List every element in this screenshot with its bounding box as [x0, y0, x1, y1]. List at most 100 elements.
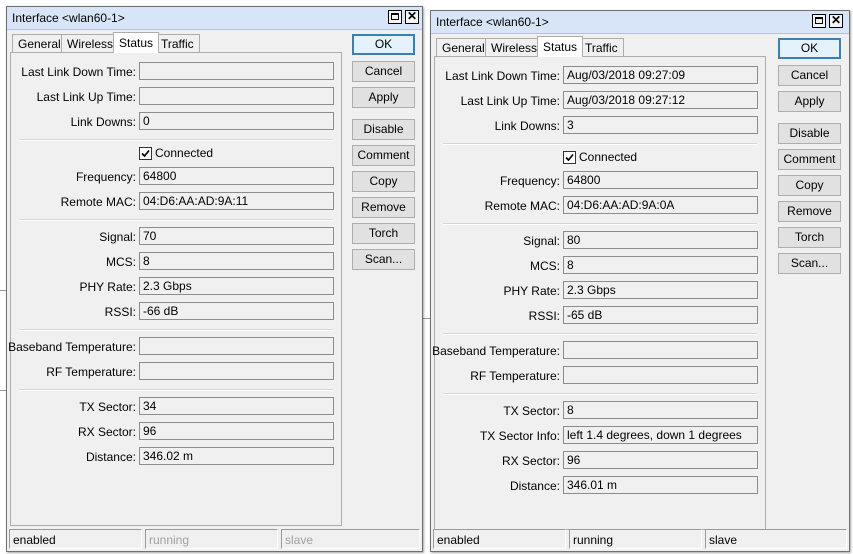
copy-button[interactable]: Copy — [778, 175, 841, 196]
tx-sector-field[interactable]: 8 — [563, 401, 758, 419]
maximize-icon[interactable] — [812, 14, 826, 28]
field-row: Baseband Temperature: — [8, 337, 341, 357]
mcs-field[interactable]: 8 — [139, 252, 334, 270]
remote-mac-label: Remote MAC: — [60, 195, 136, 209]
comment-button[interactable]: Comment — [778, 149, 841, 170]
tab-general[interactable]: General — [436, 38, 491, 56]
connected-checkbox[interactable] — [563, 151, 576, 164]
last-link-down-time-field[interactable] — [139, 62, 334, 80]
scan-button[interactable]: Scan... — [352, 249, 415, 270]
last-link-down-time-label: Last Link Down Time: — [445, 69, 560, 83]
field-row: Last Link Up Time: Aug/03/2018 09:27:12 — [435, 91, 765, 111]
phy-rate-field[interactable]: 2.3 Gbps — [563, 281, 758, 299]
rx-sector-label: RX Sector: — [77, 425, 136, 439]
distance-label: Distance: — [509, 479, 560, 493]
tab-wireless[interactable]: Wireless — [485, 38, 544, 56]
rx-sector-field[interactable]: 96 — [139, 422, 334, 440]
rf-temperature-field[interactable] — [139, 362, 334, 380]
tab-traffic[interactable]: Traffic — [579, 38, 624, 56]
frequency-field[interactable]: 64800 — [563, 171, 758, 189]
interface-window-left: Interface <wlan60-1> ✕ General Wireless … — [6, 6, 423, 552]
field-row: RF Temperature: — [11, 362, 341, 382]
remote-mac-field[interactable]: 04:D6:AA:AD:9A:11 — [139, 192, 334, 210]
last-link-up-time-label: Last Link Up Time: — [460, 94, 560, 108]
tx-sector-label: TX Sector: — [503, 404, 560, 418]
field-row: Frequency: 64800 — [11, 167, 341, 187]
last-link-down-time-field[interactable]: Aug/03/2018 09:27:09 — [563, 66, 758, 84]
phy-rate-label: PHY Rate: — [79, 280, 136, 294]
baseband-temperature-field[interactable] — [139, 337, 334, 355]
scan-button[interactable]: Scan... — [778, 253, 841, 274]
comment-button[interactable]: Comment — [352, 145, 415, 166]
field-row: Distance: 346.02 m — [11, 447, 341, 467]
window-titlebar[interactable]: Interface <wlan60-1> ✕ — [7, 7, 422, 30]
separator — [19, 389, 333, 391]
disable-button[interactable]: Disable — [778, 123, 841, 144]
distance-field[interactable]: 346.02 m — [139, 447, 334, 465]
phy-rate-label: PHY Rate: — [503, 284, 560, 298]
connected-checkbox[interactable] — [139, 147, 152, 160]
rssi-field[interactable]: -66 dB — [139, 302, 334, 320]
ok-button[interactable]: OK — [778, 38, 841, 59]
close-icon[interactable]: ✕ — [829, 14, 843, 28]
tx-sector-field[interactable]: 34 — [139, 397, 334, 415]
tab-status[interactable]: Status — [113, 32, 160, 53]
field-row: Signal: 80 — [435, 231, 765, 251]
remote-mac-label: Remote MAC: — [484, 199, 560, 213]
status-running: running — [145, 529, 278, 549]
interface-window-right: Interface <wlan60-1> ✕ General Wireless … — [430, 10, 850, 552]
field-row: RX Sector: 96 — [11, 422, 341, 442]
maximize-icon[interactable] — [388, 10, 402, 24]
field-row: PHY Rate: 2.3 Gbps — [435, 281, 765, 301]
link-downs-field[interactable]: 3 — [563, 116, 758, 134]
torch-button[interactable]: Torch — [352, 223, 415, 244]
close-icon[interactable]: ✕ — [405, 10, 419, 24]
tx-sector-info-field[interactable]: left 1.4 degrees, down 1 degrees — [563, 426, 758, 444]
link-downs-field[interactable]: 0 — [139, 112, 334, 130]
remove-button[interactable]: Remove — [778, 201, 841, 222]
rf-temperature-field[interactable] — [563, 366, 758, 384]
rf-temperature-label: RF Temperature: — [46, 365, 136, 379]
field-row: Remote MAC: 04:D6:AA:AD:9A:0A — [435, 196, 765, 216]
rssi-field[interactable]: -65 dB — [563, 306, 758, 324]
status-bar: enabled running slave — [9, 529, 420, 549]
field-row: Last Link Down Time: — [11, 62, 341, 82]
signal-field[interactable]: 80 — [563, 231, 758, 249]
tab-wireless[interactable]: Wireless — [61, 34, 120, 52]
status-slave: slave — [705, 529, 847, 549]
field-row: RSSI: -66 dB — [11, 302, 341, 322]
baseband-temperature-field[interactable] — [563, 341, 758, 359]
signal-field[interactable]: 70 — [139, 227, 334, 245]
status-bar: enabled running slave — [433, 529, 847, 549]
copy-button[interactable]: Copy — [352, 171, 415, 192]
last-link-up-time-field[interactable] — [139, 87, 334, 105]
distance-label: Distance: — [85, 450, 136, 464]
tab-traffic[interactable]: Traffic — [155, 34, 200, 52]
phy-rate-field[interactable]: 2.3 Gbps — [139, 277, 334, 295]
last-link-up-time-field[interactable]: Aug/03/2018 09:27:12 — [563, 91, 758, 109]
cancel-button[interactable]: Cancel — [778, 65, 841, 86]
separator — [19, 219, 333, 221]
remove-button[interactable]: Remove — [352, 197, 415, 218]
frequency-field[interactable]: 64800 — [139, 167, 334, 185]
checkmark-icon — [565, 153, 574, 162]
cancel-button[interactable]: Cancel — [352, 61, 415, 82]
field-row: Remote MAC: 04:D6:AA:AD:9A:11 — [11, 192, 341, 212]
connected-label: Connected — [579, 150, 638, 164]
tab-status[interactable]: Status — [537, 36, 584, 57]
apply-button[interactable]: Apply — [778, 91, 841, 112]
distance-field[interactable]: 346.01 m — [563, 476, 758, 494]
window-titlebar[interactable]: Interface <wlan60-1> ✕ — [431, 11, 849, 34]
mcs-field[interactable]: 8 — [563, 256, 758, 274]
tab-general[interactable]: General — [12, 34, 67, 52]
status-enabled: enabled — [433, 529, 566, 549]
field-row: PHY Rate: 2.3 Gbps — [11, 277, 341, 297]
ok-button[interactable]: OK — [352, 34, 415, 55]
rx-sector-field[interactable]: 96 — [563, 451, 758, 469]
disable-button[interactable]: Disable — [352, 119, 415, 140]
separator — [443, 393, 757, 395]
remote-mac-field[interactable]: 04:D6:AA:AD:9A:0A — [563, 196, 758, 214]
torch-button[interactable]: Torch — [778, 227, 841, 248]
field-row: Link Downs: 0 — [11, 112, 341, 132]
apply-button[interactable]: Apply — [352, 87, 415, 108]
